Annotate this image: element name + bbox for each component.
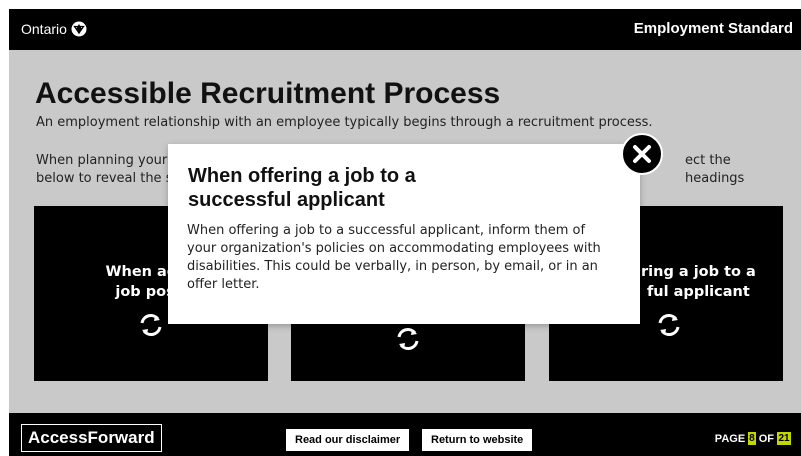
page-indicator: PAGE 8 OF 21	[715, 432, 791, 445]
instructions-start: When planning your	[36, 153, 168, 168]
modal-title: When offering a job to a successful appl…	[188, 165, 416, 211]
info-modal: When offering a job to a successful appl…	[168, 144, 640, 324]
accessforward-logo[interactable]: AccessForward	[21, 424, 162, 452]
close-icon	[633, 145, 651, 163]
page-current: 8	[748, 432, 756, 445]
brand-label: Ontario	[21, 21, 67, 37]
top-bar: Ontario Employment Standard	[9, 9, 801, 50]
page-title: Accessible Recruitment Process	[35, 77, 501, 110]
page-of: OF	[758, 432, 774, 445]
modal-body: When offering a job to a successful appl…	[187, 223, 601, 292]
app-title: Employment Standard	[633, 20, 793, 37]
instructions-line2: below to reveal the s	[36, 171, 173, 186]
app-frame: Ontario Employment Standard Accessible R…	[9, 9, 801, 456]
card-label-line1: ring a job to a	[641, 264, 756, 280]
refresh-icon	[140, 314, 162, 336]
disclaimer-button[interactable]: Read our disclaimer	[286, 429, 410, 451]
modal-close-button[interactable]	[621, 133, 663, 175]
page-total: 21	[777, 432, 791, 445]
bottom-bar: AccessForward Read our disclaimer Return…	[9, 413, 801, 456]
ontario-brand: Ontario	[21, 21, 87, 37]
intro-text: An employment relationship with an emplo…	[36, 115, 653, 130]
instructions-end: ect the headings	[685, 153, 745, 186]
refresh-icon	[658, 314, 680, 336]
card-label-line2: ful applicant	[647, 284, 750, 300]
page-prefix: PAGE	[714, 432, 746, 445]
refresh-icon	[397, 328, 419, 350]
trillium-icon	[71, 21, 87, 37]
return-to-website-button[interactable]: Return to website	[422, 429, 533, 451]
